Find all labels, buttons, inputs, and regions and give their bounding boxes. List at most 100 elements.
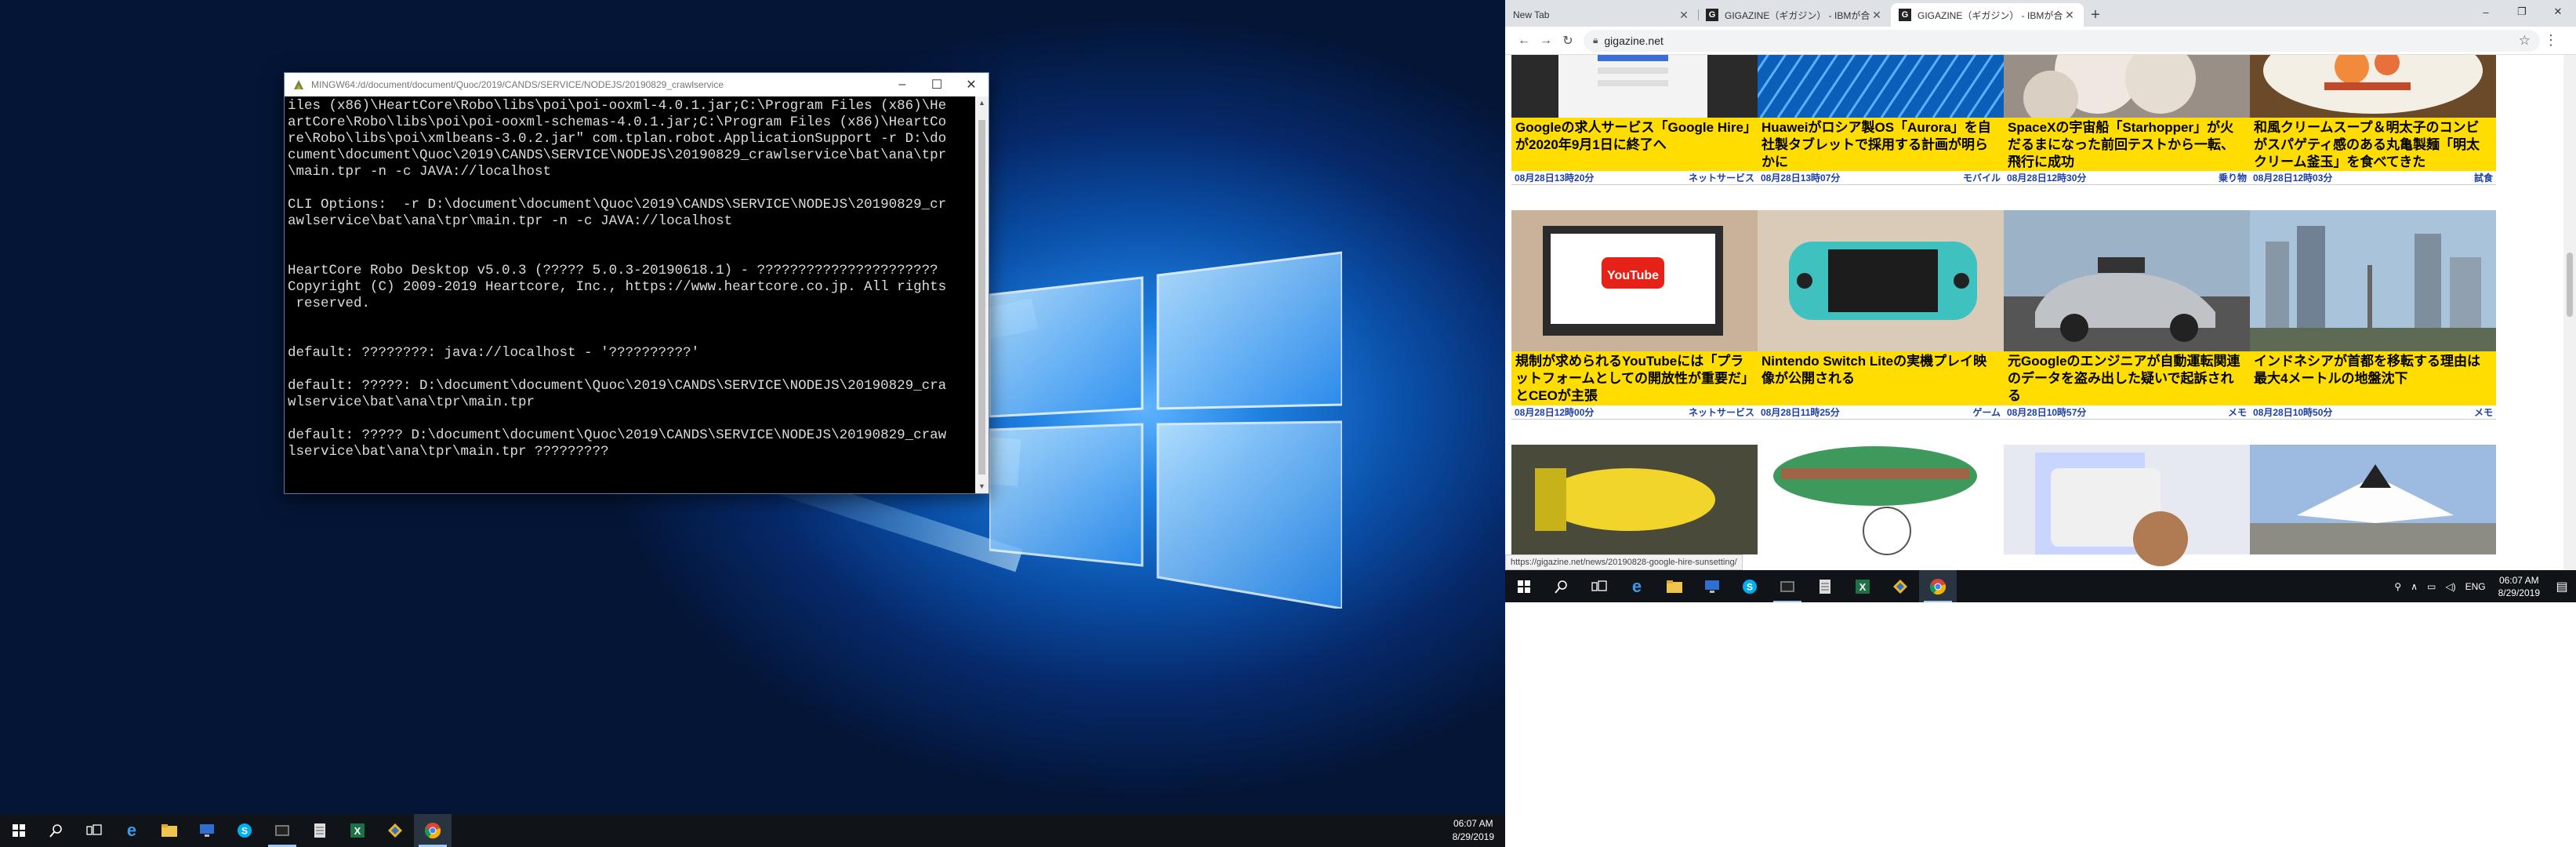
people-icon[interactable]: ⚲: [2389, 581, 2406, 592]
article-title[interactable]: インドネシアが首都を移転する理由は最大4メートルの地盤沈下: [2250, 351, 2496, 405]
file-explorer-icon[interactable]: [1656, 570, 1693, 603]
article-thumbnail[interactable]: [1758, 210, 2004, 351]
reload-icon[interactable]: ↻: [1557, 30, 1579, 52]
heartcore-robo-icon[interactable]: [376, 814, 414, 847]
article-thumbnail[interactable]: [2004, 445, 2250, 570]
skype-icon[interactable]: S: [226, 814, 263, 847]
minimize-button[interactable]: –: [2468, 0, 2504, 24]
terminal-titlebar[interactable]: MINGW64:/d/document/document/Quoc/2019/C…: [285, 73, 989, 96]
browser-tabstrip: New Tab ✕ G GIGAZINE（ギガジン） - IBMが合 ✕ G G…: [1505, 0, 2576, 27]
lock-icon[interactable]: 🔒︎: [1593, 35, 1598, 46]
remote-desktop-icon[interactable]: [188, 814, 226, 847]
article-category[interactable]: 試食: [2474, 171, 2493, 184]
article-thumbnail[interactable]: [2004, 210, 2250, 351]
notepad-icon[interactable]: [1806, 570, 1844, 603]
chevron-up-icon[interactable]: ∧: [2406, 581, 2422, 592]
maximize-button[interactable]: ☐: [920, 73, 954, 96]
article-category[interactable]: メモ: [2228, 405, 2247, 419]
close-icon[interactable]: ✕: [1870, 9, 1883, 22]
terminal-app-icon[interactable]: [1769, 570, 1806, 602]
task-view-icon[interactable]: [1580, 570, 1618, 603]
taskbar-clock[interactable]: 06:07 AM 8/29/2019: [2491, 574, 2548, 599]
skype-icon[interactable]: S: [1731, 570, 1769, 603]
scroll-up-icon[interactable]: ▲: [975, 96, 989, 110]
article-title[interactable]: 和風クリームスープ＆明太子のコンビがスパゲティ感のある丸亀製麺「明太クリーム釜玉…: [2250, 118, 2496, 171]
close-button[interactable]: ✕: [954, 73, 989, 96]
terminal-text: iles (x86)\HeartCore\Robo\libs\poi\poi-o…: [288, 98, 972, 460]
article-meta: 08月28日13時07分 モバイル: [1758, 171, 2004, 185]
notepad-icon[interactable]: [301, 814, 339, 847]
article-category[interactable]: ネットサービス: [1689, 171, 1754, 184]
clock-date: 8/29/2019: [2498, 587, 2540, 598]
article-thumbnail[interactable]: [1511, 55, 1758, 118]
minimize-button[interactable]: –: [885, 73, 920, 96]
article-title[interactable]: Nintendo Switch Liteの実機プレイ映像が公開される: [1758, 351, 2004, 405]
heartcore-robo-icon[interactable]: [1881, 570, 1919, 603]
article-title[interactable]: 元Googleのエンジニアが自動運転関連のデータを盗み出した疑いで起訴される: [2004, 351, 2250, 405]
clock-date: 8/29/2019: [1452, 831, 1494, 842]
terminal-app-icon[interactable]: [263, 814, 301, 847]
article-thumbnail[interactable]: [1758, 55, 2004, 118]
language-indicator[interactable]: ENG: [2461, 581, 2491, 592]
article-category[interactable]: メモ: [2474, 405, 2493, 419]
article-category[interactable]: ネットサービス: [1689, 405, 1754, 419]
article-category[interactable]: ゲーム: [1972, 405, 2001, 419]
search-icon[interactable]: [1543, 570, 1580, 603]
remote-desktop-icon[interactable]: [1693, 570, 1731, 603]
article-thumbnail[interactable]: [1511, 445, 1758, 570]
terminal-scrollbar[interactable]: ▲ ▼: [975, 96, 989, 493]
right-monitor: New Tab ✕ G GIGAZINE（ギガジン） - IBMが合 ✕ G G…: [1505, 0, 2576, 602]
article-category[interactable]: モバイル: [1963, 171, 2001, 184]
article-title[interactable]: Googleの求人サービス「Google Hire」が2020年9月1日に終了へ: [1511, 118, 1758, 171]
article-thumbnail[interactable]: [1758, 445, 2004, 570]
browser-window-controls: – ❐ ✕: [2468, 0, 2576, 24]
address-bar[interactable]: 🔒︎ gigazine.net ☆: [1584, 29, 2540, 52]
tab-new-tab[interactable]: New Tab ✕: [1505, 3, 1698, 27]
taskbar-clock[interactable]: 06:07 AM 8/29/2019: [1453, 817, 1494, 844]
terminal-output[interactable]: iles (x86)\HeartCore\Robo\libs\poi\poi-o…: [285, 96, 975, 493]
excel-icon[interactable]: X: [339, 814, 376, 847]
notification-icon[interactable]: ▤: [2548, 570, 2576, 602]
scrollbar-thumb[interactable]: [978, 120, 985, 474]
scroll-down-icon[interactable]: ▼: [975, 480, 989, 493]
task-view-icon[interactable]: [75, 814, 113, 847]
search-icon[interactable]: [38, 814, 75, 847]
new-tab-button[interactable]: +: [2084, 3, 2107, 27]
restore-button[interactable]: ❐: [2504, 0, 2540, 24]
article-thumbnail[interactable]: YouTube: [1511, 210, 1758, 351]
close-button[interactable]: ✕: [2540, 0, 2576, 24]
terminal-line: cument\document\Quoc\2019\CANDS\SERVICE\…: [288, 147, 947, 163]
tab-gigazine[interactable]: G GIGAZINE（ギガジン） - IBMが合 ✕: [1698, 3, 1891, 27]
network-icon[interactable]: ▭: [2422, 581, 2440, 592]
article-title[interactable]: Huaweiがロシア製OS「Aurora」を自社製タブレットで採用する計画が明ら…: [1758, 118, 2004, 171]
close-icon[interactable]: ✕: [2063, 9, 2076, 22]
tab-gigazine-active[interactable]: G GIGAZINE（ギガジン） - IBMが合 ✕: [1891, 3, 2084, 27]
bookmark-star-icon[interactable]: ☆: [2519, 33, 2531, 49]
close-icon[interactable]: ✕: [1678, 9, 1690, 22]
file-explorer-icon[interactable]: [151, 814, 188, 847]
terminal-line: iles (x86)\HeartCore\Robo\libs\poi\poi-o…: [288, 98, 947, 114]
article-thumbnail[interactable]: [2250, 445, 2496, 570]
back-arrow-icon[interactable]: ←: [1513, 30, 1535, 52]
forward-arrow-icon[interactable]: →: [1535, 30, 1557, 52]
edge-icon[interactable]: e: [1618, 570, 1656, 603]
scrollbar-thumb[interactable]: [2567, 253, 2573, 317]
article-thumbnail[interactable]: [2250, 55, 2496, 118]
article-title[interactable]: SpaceXの宇宙船「Starhopper」が火だるまになった前回テストから一転…: [2004, 118, 2250, 171]
article-title[interactable]: 規制が求められるYouTubeには「プラットフォームとしての開放性が重要だ」とC…: [1511, 351, 1758, 405]
menu-dots-icon[interactable]: ⋮: [2540, 32, 2562, 49]
chrome-icon[interactable]: [1919, 569, 1957, 602]
windows-start-icon[interactable]: [1505, 570, 1543, 603]
article-thumbnail[interactable]: [2004, 55, 2250, 118]
windows-start-icon[interactable]: [0, 814, 38, 847]
mingw64-terminal-window[interactable]: MINGW64:/d/document/document/Quoc/2019/C…: [284, 72, 989, 494]
volume-icon[interactable]: ◁): [2440, 581, 2460, 592]
article-thumbnail[interactable]: [2250, 210, 2496, 351]
chrome-icon[interactable]: [414, 814, 452, 847]
edge-icon[interactable]: e: [113, 814, 151, 847]
excel-icon[interactable]: X: [1844, 570, 1881, 603]
page-scrollbar[interactable]: [2563, 55, 2576, 570]
url-text: gigazine.net: [1604, 34, 1664, 47]
article-category[interactable]: 乗り物: [2219, 171, 2247, 184]
